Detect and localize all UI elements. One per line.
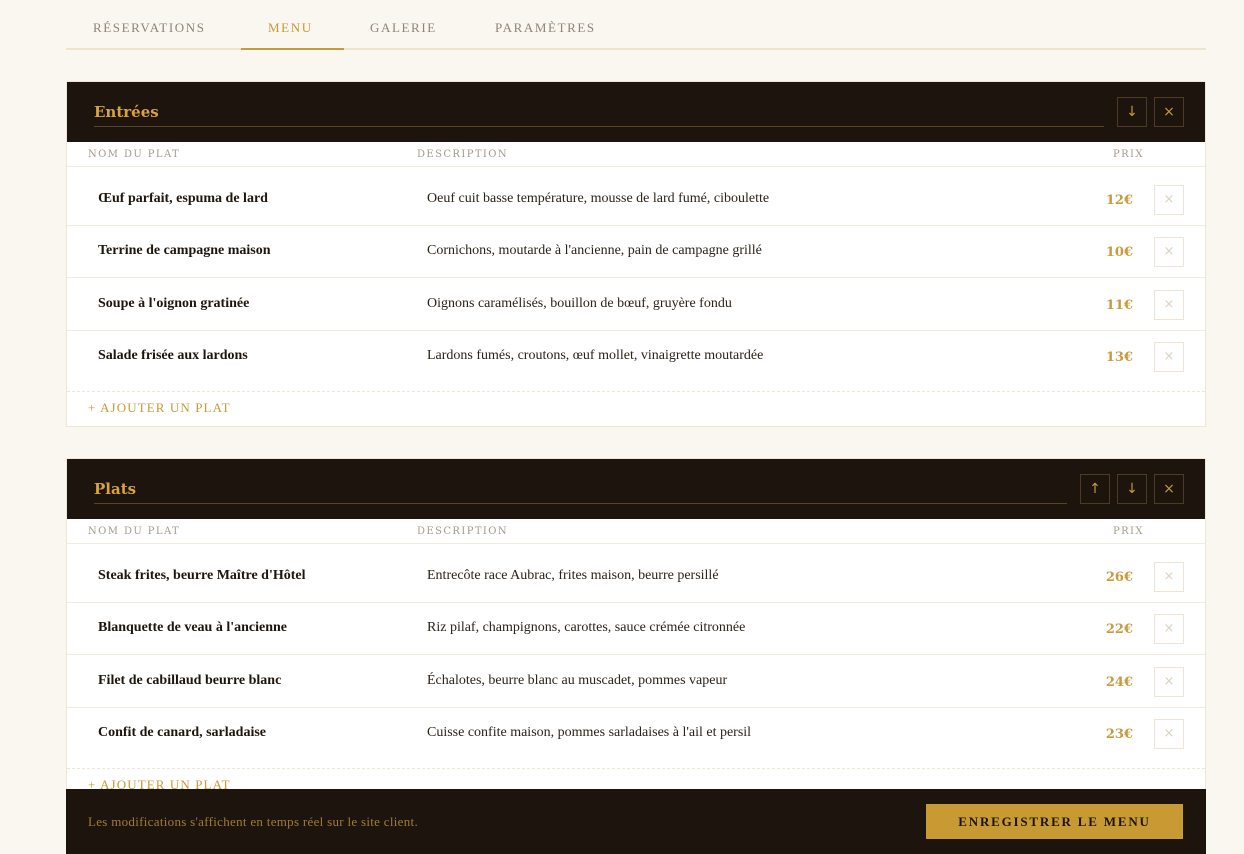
column-header-name: Nom du plat xyxy=(88,526,181,537)
section-title-input[interactable]: Entrées xyxy=(94,102,1104,127)
dish-price-field[interactable]: 24€ xyxy=(1106,675,1133,690)
divider xyxy=(67,768,1205,769)
move-down-icon[interactable]: ↓ xyxy=(1117,474,1147,504)
section-title-input[interactable]: Plats xyxy=(94,479,1067,504)
table-row: Salade frisée aux lardons Lardons fumés,… xyxy=(67,331,1205,383)
add-dish-button[interactable]: + Ajouter un plat xyxy=(88,400,231,416)
menu-section-plats: Plats ↑ ↓ × Nom du plat Description Prix… xyxy=(66,458,1206,804)
close-icon[interactable]: × xyxy=(1154,474,1184,504)
delete-icon[interactable]: × xyxy=(1154,667,1184,697)
dish-description-field[interactable]: Entrecôte race Aubrac, frites maison, be… xyxy=(427,568,719,584)
dish-price-field[interactable]: 11€ xyxy=(1106,298,1133,313)
save-menu-button[interactable]: Enregistrer le menu xyxy=(926,804,1183,839)
delete-icon[interactable]: × xyxy=(1154,342,1184,372)
dish-price-field[interactable]: 10€ xyxy=(1106,245,1133,260)
divider xyxy=(67,391,1205,392)
column-header-description: Description xyxy=(417,149,508,160)
delete-icon[interactable]: × xyxy=(1154,562,1184,592)
dish-name-field[interactable]: Filet de cabillaud beurre blanc xyxy=(98,673,281,689)
dish-description-field[interactable]: Échalotes, beurre blanc au muscadet, pom… xyxy=(427,673,727,689)
tab-menu[interactable]: Menu xyxy=(268,20,313,36)
delete-icon[interactable]: × xyxy=(1154,614,1184,644)
dish-description-field[interactable]: Cuisse confite maison, pommes sarladaise… xyxy=(427,725,751,741)
table-row: Blanquette de veau à l'ancienne Riz pila… xyxy=(67,603,1205,655)
tab-bar: Réservations Menu Galerie Paramètres xyxy=(66,0,1206,50)
tab-reservations[interactable]: Réservations xyxy=(93,20,206,36)
column-header-price: Prix xyxy=(1113,149,1144,160)
dish-description-field[interactable]: Oeuf cuit basse température, mousse de l… xyxy=(427,191,769,207)
dish-price-field[interactable]: 12€ xyxy=(1106,193,1133,208)
dish-price-field[interactable]: 23€ xyxy=(1106,727,1133,742)
close-icon[interactable]: × xyxy=(1154,97,1184,127)
table-row: Filet de cabillaud beurre blanc Échalote… xyxy=(67,656,1205,708)
dish-price-field[interactable]: 22€ xyxy=(1106,622,1133,637)
column-header-description: Description xyxy=(417,526,508,537)
dish-price-field[interactable]: 26€ xyxy=(1106,570,1133,585)
table-row: Œuf parfait, espuma de lard Oeuf cuit ba… xyxy=(67,174,1205,226)
move-up-icon[interactable]: ↑ xyxy=(1080,474,1110,504)
divider xyxy=(67,543,1205,544)
dish-description-field[interactable]: Riz pilaf, champignons, carottes, sauce … xyxy=(427,620,745,636)
move-down-icon[interactable]: ↓ xyxy=(1117,97,1147,127)
save-bar: Les modifications s'affichent en temps r… xyxy=(66,789,1206,854)
table-row: Terrine de campagne maison Cornichons, m… xyxy=(67,226,1205,278)
active-tab-indicator xyxy=(241,48,344,50)
column-header-name: Nom du plat xyxy=(88,149,181,160)
dish-price-field[interactable]: 13€ xyxy=(1106,350,1133,365)
live-update-notice: Les modifications s'affichent en temps r… xyxy=(88,814,419,829)
table-row: Steak frites, beurre Maître d'Hôtel Entr… xyxy=(67,551,1205,603)
section-header: Entrées ↓ × xyxy=(67,82,1205,142)
dish-name-field[interactable]: Soupe à l'oignon gratinée xyxy=(98,296,249,312)
delete-icon[interactable]: × xyxy=(1154,185,1184,215)
dish-description-field[interactable]: Cornichons, moutarde à l'ancienne, pain … xyxy=(427,243,762,259)
delete-icon[interactable]: × xyxy=(1154,719,1184,749)
tab-parametres[interactable]: Paramètres xyxy=(495,20,596,36)
tab-galerie[interactable]: Galerie xyxy=(370,20,437,36)
dish-description-field[interactable]: Oignons caramélisés, bouillon de bœuf, g… xyxy=(427,296,732,312)
dish-name-field[interactable]: Œuf parfait, espuma de lard xyxy=(98,191,268,207)
dish-description-field[interactable]: Lardons fumés, croutons, œuf mollet, vin… xyxy=(427,348,763,364)
delete-icon[interactable]: × xyxy=(1154,290,1184,320)
dish-name-field[interactable]: Steak frites, beurre Maître d'Hôtel xyxy=(98,568,305,584)
dish-name-field[interactable]: Confit de canard, sarladaise xyxy=(98,725,266,741)
dish-name-field[interactable]: Blanquette de veau à l'ancienne xyxy=(98,620,287,636)
menu-section-entrees: Entrées ↓ × Nom du plat Description Prix… xyxy=(66,81,1206,427)
dish-name-field[interactable]: Salade frisée aux lardons xyxy=(98,348,248,364)
table-row: Confit de canard, sarladaise Cuisse conf… xyxy=(67,708,1205,760)
column-header-price: Prix xyxy=(1113,526,1144,537)
section-header: Plats ↑ ↓ × xyxy=(67,459,1205,519)
table-row: Soupe à l'oignon gratinée Oignons caramé… xyxy=(67,279,1205,331)
dish-name-field[interactable]: Terrine de campagne maison xyxy=(98,243,271,259)
divider xyxy=(67,166,1205,167)
delete-icon[interactable]: × xyxy=(1154,237,1184,267)
